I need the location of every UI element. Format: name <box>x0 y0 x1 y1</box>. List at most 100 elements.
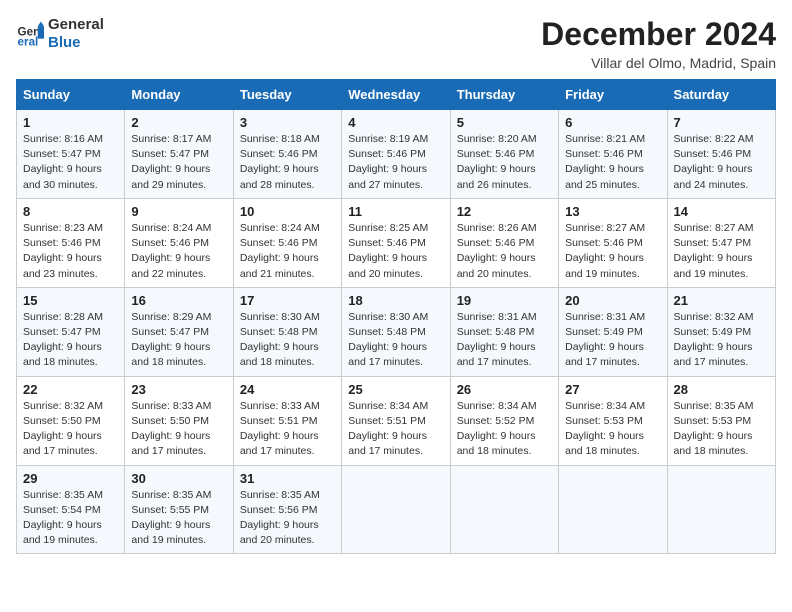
month-title: December 2024 <box>541 16 776 53</box>
logo: Gen eral General Blue <box>16 16 104 52</box>
calendar-cell: 12Sunrise: 8:26 AMSunset: 5:46 PMDayligh… <box>450 198 558 287</box>
calendar-week-row-2: 8Sunrise: 8:23 AMSunset: 5:46 PMDaylight… <box>17 198 776 287</box>
day-info: Sunrise: 8:35 AMSunset: 5:54 PMDaylight:… <box>23 489 103 547</box>
day-number: 22 <box>23 382 118 397</box>
day-number: 1 <box>23 115 118 130</box>
day-info: Sunrise: 8:34 AMSunset: 5:51 PMDaylight:… <box>348 400 428 458</box>
calendar-header-row: Sunday Monday Tuesday Wednesday Thursday… <box>17 80 776 110</box>
day-number: 6 <box>565 115 660 130</box>
calendar-cell: 7Sunrise: 8:22 AMSunset: 5:46 PMDaylight… <box>667 110 775 199</box>
day-number: 14 <box>674 204 769 219</box>
calendar-cell <box>667 465 775 554</box>
calendar-cell: 6 Sunrise: 8:21 AMSunset: 5:46 PMDaylight… <box>559 110 667 199</box>
day-info: Sunrise: 8:28 AMSunset: 5:47 PMDaylight:… <box>23 311 103 369</box>
day-info: Sunrise: 8:35 AMSunset: 5:55 PMDaylight:… <box>131 489 211 547</box>
title-area: December 2024 Villar del Olmo, Madrid, S… <box>541 16 776 71</box>
calendar-cell: 23 Sunrise: 8:33 AMSunset: 5:50 PMDayligh… <box>125 376 233 465</box>
day-info: Sunrise: 8:32 AMSunset: 5:50 PMDaylight:… <box>23 400 103 458</box>
calendar-cell: 2 Sunrise: 8:17 AMSunset: 5:47 PMDaylight… <box>125 110 233 199</box>
day-info: Sunrise: 8:31 AMSunset: 5:48 PMDaylight:… <box>457 311 537 369</box>
day-number: 30 <box>131 471 226 486</box>
day-info: Sunrise: 8:35 AMSunset: 5:56 PMDaylight:… <box>240 489 320 547</box>
calendar-cell: 3 Sunrise: 8:18 AMSunset: 5:46 PMDaylight… <box>233 110 341 199</box>
day-number: 25 <box>348 382 443 397</box>
day-number: 27 <box>565 382 660 397</box>
calendar-cell: 10 Sunrise: 8:24 AMSunset: 5:46 PMDayligh… <box>233 198 341 287</box>
calendar-week-row-5: 29 Sunrise: 8:35 AMSunset: 5:54 PMDayligh… <box>17 465 776 554</box>
day-number: 28 <box>674 382 769 397</box>
day-number: 24 <box>240 382 335 397</box>
day-number: 19 <box>457 293 552 308</box>
day-info: Sunrise: 8:31 AMSunset: 5:49 PMDaylight:… <box>565 311 645 369</box>
day-info: Sunrise: 8:34 AMSunset: 5:53 PMDaylight:… <box>565 400 645 458</box>
day-info: Sunrise: 8:29 AMSunset: 5:47 PMDaylight:… <box>131 311 211 369</box>
day-number: 18 <box>348 293 443 308</box>
day-number: 3 <box>240 115 335 130</box>
calendar-cell: 26 Sunrise: 8:34 AMSunset: 5:52 PMDayligh… <box>450 376 558 465</box>
day-number: 2 <box>131 115 226 130</box>
day-info: Sunrise: 8:25 AMSunset: 5:46 PMDaylight:… <box>348 222 428 280</box>
day-number: 5 <box>457 115 552 130</box>
day-info: Sunrise: 8:30 AMSunset: 5:48 PMDaylight:… <box>348 311 428 369</box>
header-monday: Monday <box>125 80 233 110</box>
calendar-table: Sunday Monday Tuesday Wednesday Thursday… <box>16 79 776 554</box>
logo-line1: General <box>48 16 104 34</box>
day-number: 8 <box>23 204 118 219</box>
header-wednesday: Wednesday <box>342 80 450 110</box>
header-friday: Friday <box>559 80 667 110</box>
calendar-cell <box>342 465 450 554</box>
day-number: 29 <box>23 471 118 486</box>
day-info: Sunrise: 8:33 AMSunset: 5:50 PMDaylight:… <box>131 400 211 458</box>
header-tuesday: Tuesday <box>233 80 341 110</box>
day-info: Sunrise: 8:24 AMSunset: 5:46 PMDaylight:… <box>131 222 211 280</box>
day-number: 13 <box>565 204 660 219</box>
day-number: 15 <box>23 293 118 308</box>
calendar-cell: 21Sunrise: 8:32 AMSunset: 5:49 PMDayligh… <box>667 287 775 376</box>
calendar-cell: 4 Sunrise: 8:19 AMSunset: 5:46 PMDaylight… <box>342 110 450 199</box>
calendar-cell: 30 Sunrise: 8:35 AMSunset: 5:55 PMDayligh… <box>125 465 233 554</box>
day-number: 7 <box>674 115 769 130</box>
day-info: Sunrise: 8:21 AMSunset: 5:46 PMDaylight:… <box>565 133 645 191</box>
calendar-cell: 20Sunrise: 8:31 AMSunset: 5:49 PMDayligh… <box>559 287 667 376</box>
calendar-cell: 11 Sunrise: 8:25 AMSunset: 5:46 PMDayligh… <box>342 198 450 287</box>
day-info: Sunrise: 8:16 AMSunset: 5:47 PMDaylight:… <box>23 133 103 191</box>
day-info: Sunrise: 8:18 AMSunset: 5:46 PMDaylight:… <box>240 133 320 191</box>
calendar-week-row-3: 15 Sunrise: 8:28 AMSunset: 5:47 PMDayligh… <box>17 287 776 376</box>
calendar-cell: 27 Sunrise: 8:34 AMSunset: 5:53 PMDayligh… <box>559 376 667 465</box>
day-info: Sunrise: 8:17 AMSunset: 5:47 PMDaylight:… <box>131 133 211 191</box>
calendar-cell: 17Sunrise: 8:30 AMSunset: 5:48 PMDayligh… <box>233 287 341 376</box>
calendar-cell: 15 Sunrise: 8:28 AMSunset: 5:47 PMDayligh… <box>17 287 125 376</box>
day-number: 16 <box>131 293 226 308</box>
calendar-cell: 8Sunrise: 8:23 AMSunset: 5:46 PMDaylight… <box>17 198 125 287</box>
logo-icon: Gen eral <box>16 20 44 48</box>
day-info: Sunrise: 8:32 AMSunset: 5:49 PMDaylight:… <box>674 311 754 369</box>
calendar-cell <box>559 465 667 554</box>
calendar-cell <box>450 465 558 554</box>
calendar-week-row-4: 22 Sunrise: 8:32 AMSunset: 5:50 PMDayligh… <box>17 376 776 465</box>
day-number: 23 <box>131 382 226 397</box>
calendar-cell: 16 Sunrise: 8:29 AMSunset: 5:47 PMDayligh… <box>125 287 233 376</box>
header-sunday: Sunday <box>17 80 125 110</box>
day-number: 11 <box>348 204 443 219</box>
day-number: 26 <box>457 382 552 397</box>
calendar-cell: 29 Sunrise: 8:35 AMSunset: 5:54 PMDayligh… <box>17 465 125 554</box>
calendar-cell: 19 Sunrise: 8:31 AMSunset: 5:48 PMDayligh… <box>450 287 558 376</box>
calendar-week-row-1: 1 Sunrise: 8:16 AMSunset: 5:47 PMDaylight… <box>17 110 776 199</box>
calendar-cell: 5 Sunrise: 8:20 AMSunset: 5:46 PMDaylight… <box>450 110 558 199</box>
header-saturday: Saturday <box>667 80 775 110</box>
calendar-cell: 1 Sunrise: 8:16 AMSunset: 5:47 PMDaylight… <box>17 110 125 199</box>
day-info: Sunrise: 8:19 AMSunset: 5:46 PMDaylight:… <box>348 133 428 191</box>
day-number: 17 <box>240 293 335 308</box>
day-number: 10 <box>240 204 335 219</box>
day-info: Sunrise: 8:26 AMSunset: 5:46 PMDaylight:… <box>457 222 537 280</box>
day-info: Sunrise: 8:35 AMSunset: 5:53 PMDaylight:… <box>674 400 754 458</box>
day-info: Sunrise: 8:24 AMSunset: 5:46 PMDaylight:… <box>240 222 320 280</box>
day-info: Sunrise: 8:20 AMSunset: 5:46 PMDaylight:… <box>457 133 537 191</box>
header-thursday: Thursday <box>450 80 558 110</box>
page-header: Gen eral General Blue December 2024 Vill… <box>16 16 776 71</box>
logo-line2: Blue <box>48 34 104 52</box>
calendar-cell: 9Sunrise: 8:24 AMSunset: 5:46 PMDaylight… <box>125 198 233 287</box>
day-number: 31 <box>240 471 335 486</box>
day-info: Sunrise: 8:34 AMSunset: 5:52 PMDaylight:… <box>457 400 537 458</box>
day-number: 4 <box>348 115 443 130</box>
